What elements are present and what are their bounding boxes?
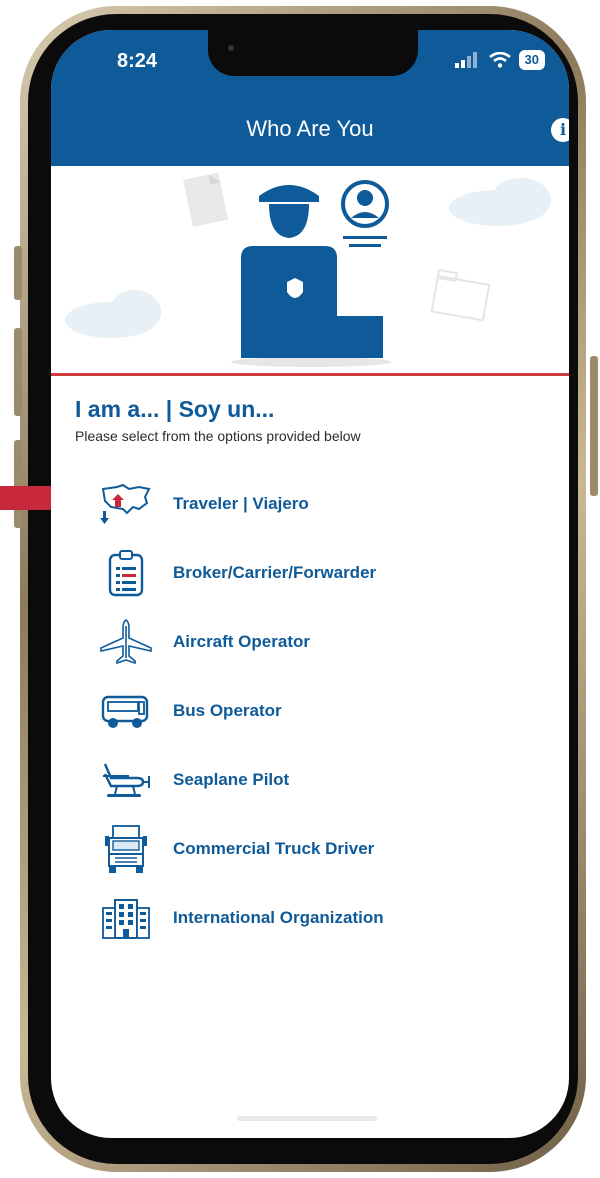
folder-icon (430, 268, 491, 322)
camera-dot (228, 45, 234, 51)
option-truck-driver[interactable]: Commercial Truck Driver (99, 823, 539, 875)
building-icon (99, 892, 153, 944)
section-divider (51, 373, 569, 376)
signal-icon (454, 52, 477, 68)
user-profile-icon (341, 180, 389, 247)
section-subtitle: Please select from the options provided … (75, 428, 361, 444)
option-aircraft-operator[interactable]: Aircraft Operator (99, 616, 539, 668)
truck-icon (99, 823, 153, 875)
option-label: Seaplane Pilot (173, 770, 290, 789)
info-button[interactable]: i (551, 118, 569, 142)
option-label: Traveler | Viajero (173, 494, 309, 513)
app-screen: 8:24 30 Who Are You i I am a... | Soy un… (51, 30, 569, 1138)
option-international-organization[interactable]: International Organization (99, 892, 539, 944)
option-broker[interactable]: Broker/Carrier/Forwarder (99, 547, 539, 599)
volume-down-button (14, 440, 22, 528)
page-title: Who Are You (246, 116, 374, 141)
home-indicator (237, 1116, 377, 1121)
app-header: 8:24 30 Who Are You i (51, 30, 569, 166)
volume-up-button (14, 328, 22, 416)
officer-figure (241, 185, 383, 358)
seaplane-icon (99, 754, 153, 806)
option-label: Bus Operator (173, 701, 282, 720)
bus-icon (99, 685, 153, 737)
silent-switch (14, 246, 22, 300)
section-title: I am a... | Soy un... (75, 396, 275, 422)
option-seaplane-pilot[interactable]: Seaplane Pilot (99, 754, 539, 806)
document-icon (183, 172, 229, 227)
option-label: Commercial Truck Driver (173, 839, 375, 858)
wifi-icon (488, 52, 511, 68)
option-label: International Organization (173, 908, 384, 927)
option-label: Broker/Carrier/Forwarder (173, 563, 377, 582)
option-bus-operator[interactable]: Bus Operator (99, 685, 539, 737)
status-icons: 30 (454, 50, 545, 70)
option-label: Aircraft Operator (173, 632, 310, 651)
us-map-icon (99, 478, 153, 530)
option-traveler[interactable]: Traveler | Viajero (99, 478, 539, 530)
clipboard-list-icon (99, 547, 153, 599)
officer-illustration (65, 172, 551, 367)
status-time: 8:24 (117, 50, 158, 72)
power-button (590, 356, 598, 496)
airplane-icon (99, 616, 153, 668)
battery-icon: 30 (518, 50, 545, 70)
notch (208, 30, 418, 76)
